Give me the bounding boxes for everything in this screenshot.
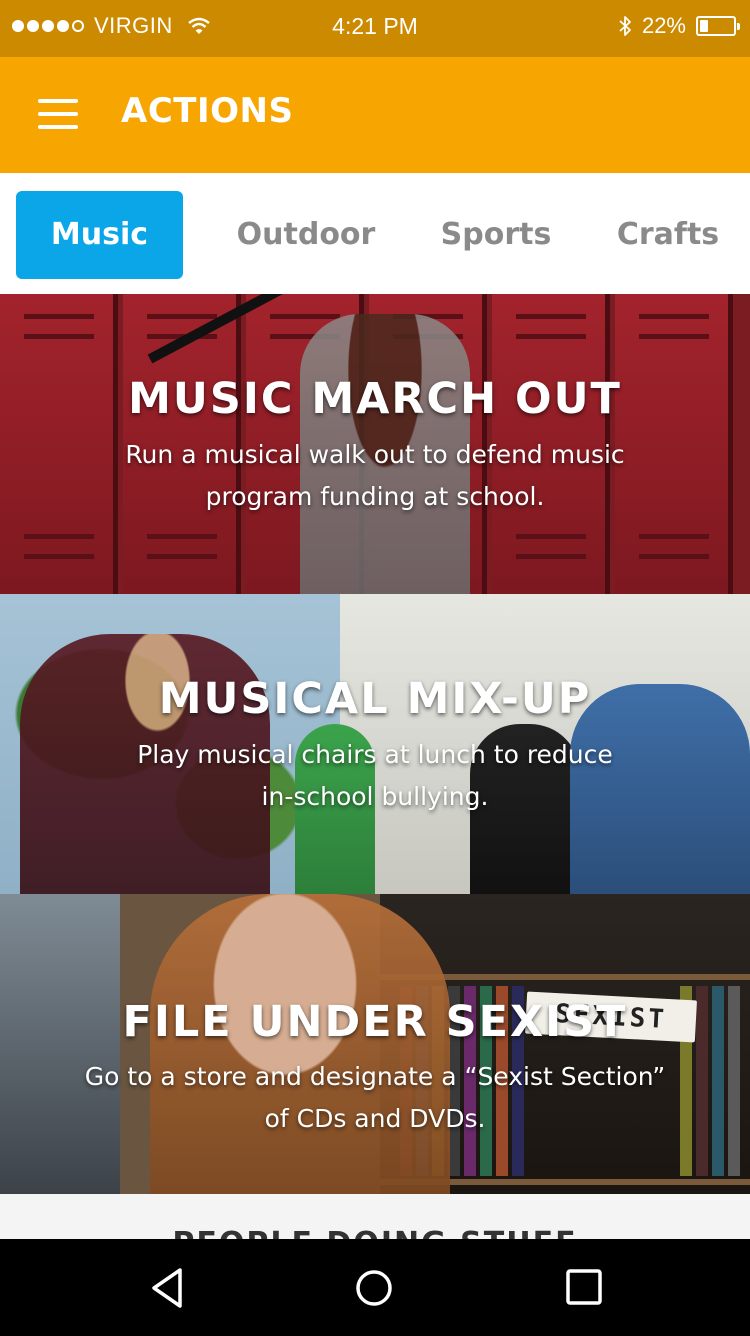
status-right: 22% xyxy=(618,13,740,39)
card-title: FILE UNDER SEXIST xyxy=(122,997,628,1047)
people-doing-stuff-section: PEOPLE DOING STUFF xyxy=(0,1194,750,1239)
battery-percent: 22% xyxy=(641,13,686,38)
battery-tip xyxy=(737,23,740,30)
card-description-line: program funding at school. xyxy=(205,482,545,511)
page-title: ACTIONS xyxy=(121,91,294,131)
tab-crafts[interactable]: Crafts xyxy=(600,191,736,279)
tab-music[interactable]: Music xyxy=(16,191,183,279)
card-description-line: Play musical chairs at lunch to reduce xyxy=(137,740,613,769)
home-icon[interactable] xyxy=(349,1265,399,1311)
category-tabs: Music Outdoor Sports Crafts xyxy=(0,173,750,294)
card-title: MUSICAL MIX-UP xyxy=(158,674,592,724)
card-description-line: Go to a store and designate a “Sexist Se… xyxy=(84,1062,666,1091)
system-nav-bar xyxy=(0,1239,750,1336)
battery-icon xyxy=(696,16,740,36)
bluetooth-icon xyxy=(619,16,631,36)
app-bar: ACTIONS xyxy=(0,57,750,173)
battery-fill xyxy=(700,20,708,32)
action-card-file-under-sexist[interactable]: SEXIST FILE UNDER SEXIST Go to a store a… xyxy=(0,894,750,1194)
status-bar: VIRGIN 4:21 PM 22% xyxy=(0,0,750,57)
recents-icon[interactable] xyxy=(560,1265,610,1311)
action-card-musical-mix-up[interactable]: MUSICAL MIX-UP Play musical chairs at lu… xyxy=(0,594,750,894)
card-title: MUSIC MARCH OUT xyxy=(128,374,622,424)
card-description-line: in-school bullying. xyxy=(261,782,489,811)
card-description-line: Run a musical walk out to defend music xyxy=(125,440,625,469)
tab-outdoor[interactable]: Outdoor xyxy=(224,191,388,279)
menu-icon[interactable] xyxy=(38,99,78,129)
tab-sports[interactable]: Sports xyxy=(426,191,566,279)
action-card-music-march-out[interactable]: MUSIC MARCH OUT Run a musical walk out t… xyxy=(0,294,750,594)
back-icon[interactable] xyxy=(142,1265,192,1311)
section-heading: PEOPLE DOING STUFF xyxy=(0,1226,750,1239)
card-description-line: of CDs and DVDs. xyxy=(264,1104,486,1133)
